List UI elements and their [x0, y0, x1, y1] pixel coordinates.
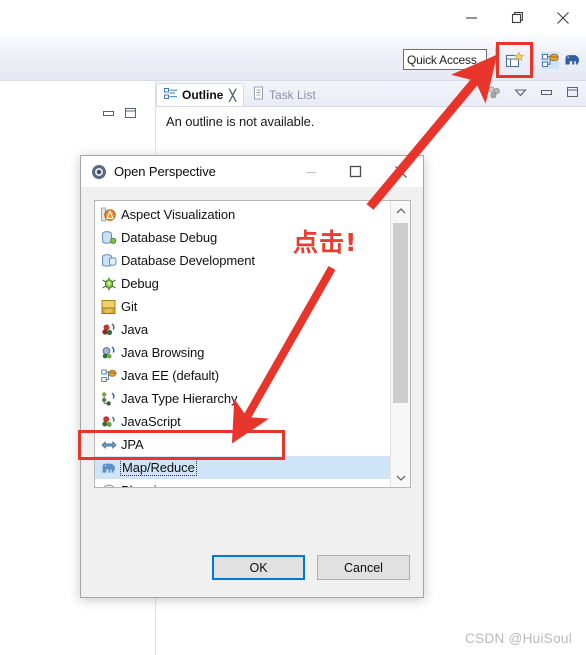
dialog-maximize-button[interactable]	[333, 156, 378, 187]
view-menu-icon[interactable]	[512, 83, 528, 101]
ide-window: Quick Access Outline ╳ Task List An outl…	[0, 0, 586, 655]
aspect-visualization-icon	[100, 206, 117, 223]
list-item[interactable]: Debug	[95, 272, 391, 295]
maximize-view-icon[interactable]	[122, 106, 138, 120]
tab-task-list[interactable]: Task List	[245, 83, 323, 106]
window-close-button[interactable]	[540, 1, 586, 35]
dialog-title-bar: Open Perspective	[81, 156, 423, 187]
toolbar-highlight-box	[496, 42, 533, 78]
java-ee-perspective-icon[interactable]	[539, 49, 561, 71]
list-item-label: Java Browsing	[121, 345, 205, 360]
list-item-label: Debug	[121, 276, 159, 291]
database-development-icon	[100, 252, 117, 269]
list-item[interactable]: Database Debug	[95, 226, 391, 249]
list-item[interactable]: Java	[95, 318, 391, 341]
git-icon: GIT	[100, 298, 117, 315]
list-item-label: Aspect Visualization	[121, 207, 236, 222]
tab-close-icon[interactable]: ╳	[229, 89, 236, 102]
list-item[interactable]: Java EE (default)	[95, 364, 391, 387]
tab-task-list-label: Task List	[269, 87, 316, 102]
database-debug-icon	[100, 229, 117, 246]
java-icon	[100, 321, 117, 338]
minimize-view-icon[interactable]	[538, 83, 554, 101]
task-list-icon	[252, 86, 265, 103]
java-browsing-icon	[100, 344, 117, 361]
quick-access-input[interactable]: Quick Access	[403, 49, 487, 70]
list-scrollbar[interactable]	[390, 201, 410, 487]
planning-icon	[100, 482, 117, 487]
list-item-label: Java Type Hierarchy	[121, 391, 238, 406]
list-item-label: Database Development	[121, 253, 255, 268]
dialog-close-button[interactable]	[378, 156, 423, 187]
dialog-button-bar: OK Cancel	[212, 555, 410, 580]
toolbar-separator-2	[533, 47, 534, 71]
map-reduce-perspective-icon[interactable]	[561, 49, 583, 71]
watermark: CSDN @HuiSoul	[465, 631, 572, 646]
scrollbar-thumb[interactable]	[393, 223, 408, 403]
list-item-label: Map/Reduce	[120, 459, 197, 476]
window-title-bar	[0, 0, 586, 35]
dialog-title: Open Perspective	[114, 164, 216, 179]
list-item-label: Git	[121, 299, 138, 314]
javascript-icon	[100, 413, 117, 430]
list-item-label: JavaScript	[121, 414, 181, 429]
map-reduce-highlight-box	[78, 430, 285, 460]
debug-icon	[100, 275, 117, 292]
focus-on-selection-icon[interactable]	[486, 83, 502, 101]
svg-text:GIT: GIT	[104, 308, 112, 313]
list-item-label: Java EE (default)	[121, 368, 220, 383]
scroll-down-icon[interactable]	[391, 468, 410, 487]
open-perspective-dialog: Open Perspective Aspect Visualization Da…	[80, 155, 424, 598]
list-item-label: Database Debug	[121, 230, 218, 245]
outline-icon	[164, 87, 178, 104]
list-item[interactable]: Database Development	[95, 249, 391, 272]
maximize-view-icon[interactable]	[564, 83, 580, 101]
outline-empty-message: An outline is not available.	[166, 114, 315, 129]
window-restore-button[interactable]	[494, 1, 540, 35]
list-item[interactable]: Java Browsing	[95, 341, 391, 364]
list-item[interactable]: Aspect Visualization	[95, 203, 391, 226]
java-type-hierarchy-icon	[100, 390, 117, 407]
map-reduce-icon	[100, 459, 117, 476]
list-item-label: Java	[121, 322, 149, 337]
view-toolbar	[486, 83, 580, 101]
perspective-icon	[90, 163, 107, 180]
list-item[interactable]: GIT Git	[95, 295, 391, 318]
list-item[interactable]: Java Type Hierarchy	[95, 387, 391, 410]
ok-button[interactable]: OK	[212, 555, 305, 580]
tab-outline-label: Outline	[182, 88, 224, 102]
list-item-label: Planning	[121, 483, 171, 487]
dialog-window-controls	[288, 156, 423, 187]
java-ee-icon	[100, 367, 117, 384]
list-item[interactable]: Planning	[95, 479, 391, 487]
cancel-button[interactable]: Cancel	[317, 555, 410, 580]
tab-outline[interactable]: Outline ╳	[156, 83, 244, 106]
minimize-view-icon[interactable]	[100, 106, 116, 120]
left-panel-buttons	[100, 106, 138, 120]
scroll-up-icon[interactable]	[391, 201, 410, 220]
window-minimize-button[interactable]	[448, 1, 494, 35]
dialog-minimize-button	[288, 156, 333, 187]
